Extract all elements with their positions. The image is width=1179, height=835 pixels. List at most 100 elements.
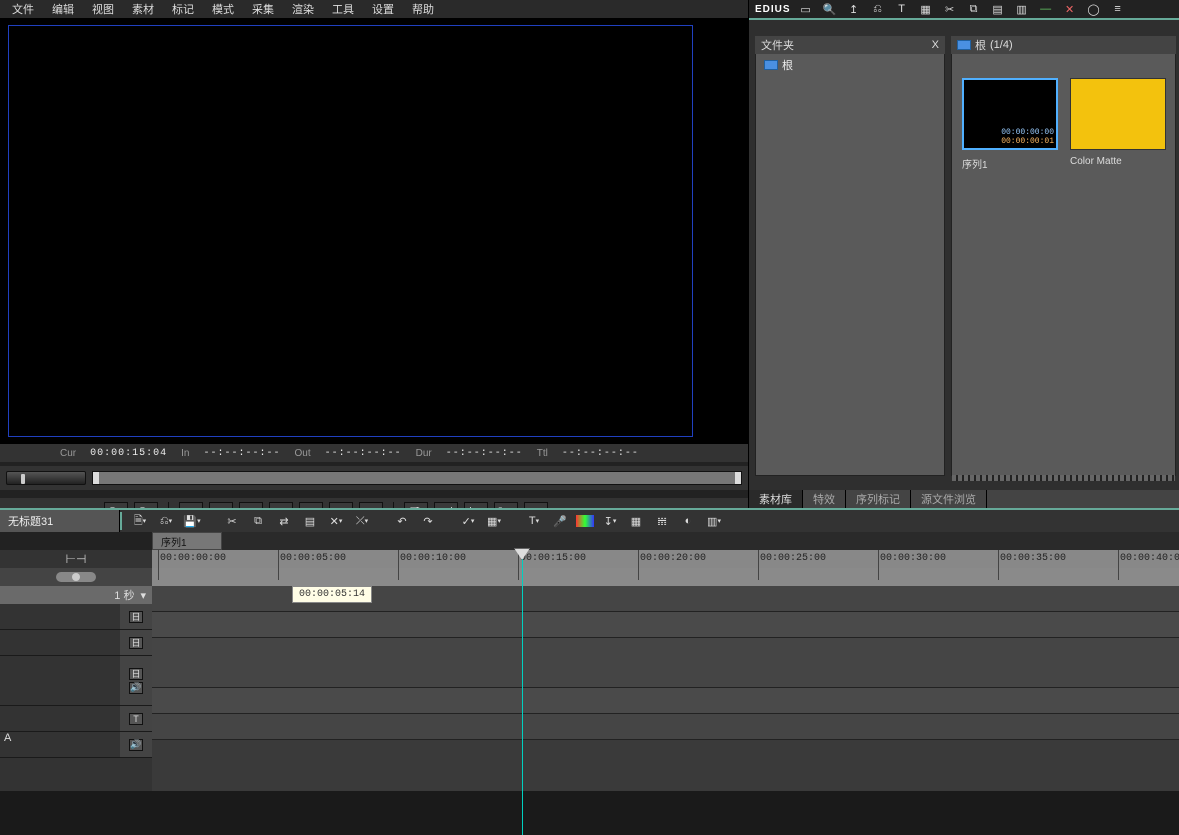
scope-icon[interactable]: ◐ <box>678 512 698 530</box>
bin-tab-markers[interactable]: 序列标记 <box>846 490 911 508</box>
scale-knob[interactable] <box>56 572 96 582</box>
title-icon[interactable]: T <box>893 1 911 17</box>
copy-icon[interactable]: ⧉ <box>965 1 983 17</box>
in-label: In <box>181 448 189 459</box>
color-icon[interactable]: ▦ <box>917 1 935 17</box>
timeline-track-v1[interactable] <box>152 612 1179 638</box>
folder-root[interactable]: 根 <box>756 54 944 76</box>
timeline-toolbar: 🗎▾ ⎌▾ 💾▾ ✂ ⧉ ⇄ ▤ ✕▾ ⤫▾ ↶ ↷ ✓▾ ▦▾ T▾ 🎤 ↧▾… <box>120 512 1179 530</box>
bin-tab-source[interactable]: 源文件浏览 <box>911 490 987 508</box>
title-toggle[interactable]: T <box>129 713 143 725</box>
export-icon[interactable]: ↧▾ <box>600 512 620 530</box>
folder-close-icon[interactable]: X <box>932 39 939 51</box>
title-icon[interactable]: T▾ <box>524 512 544 530</box>
visibility-toggle[interactable]: 日 <box>129 668 143 680</box>
undo-icon[interactable]: ↶ <box>392 512 412 530</box>
menu-help[interactable]: 帮助 <box>404 0 442 18</box>
dropdown-icon[interactable]: ▾ <box>140 589 146 602</box>
menu-file[interactable]: 文件 <box>4 0 42 18</box>
sequence-tab[interactable]: 序列1 <box>152 532 222 550</box>
timeline-track-va[interactable] <box>152 638 1179 688</box>
render-icon[interactable]: ▦▾ <box>484 512 504 530</box>
scrub-out-handle[interactable] <box>735 472 741 484</box>
zoom-value[interactable]: 1 秒 <box>114 587 134 603</box>
timeline-body[interactable]: 00:00:00:00 00:00:05:00 00:00:10:00 00:0… <box>152 550 1179 791</box>
add-icon[interactable]: — <box>1037 1 1055 17</box>
timeline-track-a[interactable] <box>152 714 1179 740</box>
bin-tab-library[interactable]: 素材库 <box>749 490 803 508</box>
project-tab[interactable]: 无标题31 <box>0 510 120 532</box>
props-icon[interactable]: ▥ <box>1013 1 1031 17</box>
project-name: 无标题31 <box>8 513 53 529</box>
up-icon[interactable]: ↥ <box>845 1 863 17</box>
layout-icon[interactable]: ▦ <box>626 512 646 530</box>
marker-icon[interactable]: ✓▾ <box>458 512 478 530</box>
scrub-slider[interactable] <box>92 471 742 485</box>
track-va[interactable]: 日🔊 <box>0 656 152 706</box>
folder-icon <box>957 40 971 50</box>
capture-icon[interactable]: ⎌ <box>869 1 887 17</box>
menu-tools[interactable]: 工具 <box>324 0 362 18</box>
misc-icon[interactable]: ◯ <box>1085 1 1103 17</box>
cur-label: Cur <box>60 448 76 459</box>
out-value[interactable]: --:--:--:-- <box>325 448 402 459</box>
folder-icon[interactable]: ▭ <box>797 1 815 17</box>
time-ruler[interactable]: 00:00:00:00 00:00:05:00 00:00:10:00 00:0… <box>152 550 1179 586</box>
timeline-header: 无标题31 🗎▾ ⎌▾ 💾▾ ✂ ⧉ ⇄ ▤ ✕▾ ⤫▾ ↶ ↷ ✓▾ ▦▾ T… <box>0 510 1179 532</box>
speaker-icon[interactable]: 🔊 <box>129 682 143 694</box>
cut-icon[interactable]: ✂ <box>222 512 242 530</box>
menu-mode[interactable]: 模式 <box>204 0 242 18</box>
menu-capture[interactable]: 采集 <box>244 0 282 18</box>
colorcorr-icon[interactable] <box>576 515 594 527</box>
preview-viewport[interactable] <box>8 25 693 437</box>
paste-icon[interactable]: ▤ <box>989 1 1007 17</box>
menu-clip[interactable]: 素材 <box>124 0 162 18</box>
scrub-row <box>0 466 748 490</box>
cur-value[interactable]: 00:00:15:04 <box>90 448 167 459</box>
ruler-tick: 00:00:30:00 <box>880 553 946 564</box>
snap-icon[interactable]: ⊢⊣ <box>66 552 87 566</box>
visibility-toggle[interactable]: 日 <box>129 611 143 623</box>
save-icon[interactable]: 💾▾ <box>182 512 202 530</box>
menu-edit[interactable]: 编辑 <box>44 0 82 18</box>
in-value[interactable]: --:--:--:-- <box>203 448 280 459</box>
track-v2[interactable]: 日 <box>0 604 152 630</box>
panel-icon[interactable]: ▥▾ <box>704 512 724 530</box>
scissor-icon[interactable]: ✂ <box>941 1 959 17</box>
speaker-icon[interactable]: 🔊 <box>129 739 143 751</box>
edius-toolbar: EDIUS ▭ 🔍 ↥ ⎌ T ▦ ✂ ⧉ ▤ ▥ — ✕ ◯ ≡ <box>749 0 1179 18</box>
replace-icon[interactable]: ▤ <box>300 512 320 530</box>
ripple-del-icon[interactable]: ⤫▾ <box>352 512 372 530</box>
scrub-in-handle[interactable] <box>93 472 99 484</box>
redo-icon[interactable]: ↷ <box>418 512 438 530</box>
view-icon[interactable]: ≡ <box>1109 1 1127 17</box>
copy-icon[interactable]: ⧉ <box>248 512 268 530</box>
delete-icon[interactable]: ✕ <box>1061 1 1079 17</box>
voiceover-icon[interactable]: 🎤 <box>550 512 570 530</box>
visibility-toggle[interactable]: 日 <box>129 637 143 649</box>
menu-settings[interactable]: 设置 <box>364 0 402 18</box>
menu-render[interactable]: 渲染 <box>284 0 322 18</box>
playhead[interactable] <box>522 550 523 835</box>
thumb-caption: 序列1 <box>962 156 1058 171</box>
track-a[interactable]: A🔊 <box>0 732 152 758</box>
search-icon[interactable]: 🔍 <box>821 1 839 17</box>
bin-item-sequence[interactable]: 00:00:00:00 00:00:00:01 序列1 <box>962 78 1058 171</box>
timeline-pane: 无标题31 🗎▾ ⎌▾ 💾▾ ✂ ⧉ ⇄ ▤ ✕▾ ⤫▾ ↶ ↷ ✓▾ ▦▾ T… <box>0 508 1179 791</box>
menu-view[interactable]: 视图 <box>84 0 122 18</box>
timeline-track-t[interactable] <box>152 688 1179 714</box>
open-icon[interactable]: ⎌▾ <box>156 512 176 530</box>
bin-tab-effects[interactable]: 特效 <box>803 490 846 508</box>
ripple-icon[interactable]: ⇄ <box>274 512 294 530</box>
delete-icon[interactable]: ✕▾ <box>326 512 346 530</box>
bin-content-panel: 根 (1/4) 00:00:00:00 00:00:00:01 序列1 Colo… <box>951 36 1176 476</box>
bin-path: 根 <box>975 37 986 53</box>
bin-item-colormatte[interactable]: Color Matte <box>1070 78 1166 171</box>
folder-panel: 文件夹 X 根 <box>755 36 945 476</box>
track-t[interactable]: T <box>0 706 152 732</box>
menu-marker[interactable]: 标记 <box>164 0 202 18</box>
shuttle-knob[interactable] <box>6 471 86 485</box>
new-icon[interactable]: 🗎▾ <box>130 512 150 530</box>
mixer-icon[interactable]: 𝍄 <box>652 512 672 530</box>
track-v1[interactable]: 日 <box>0 630 152 656</box>
